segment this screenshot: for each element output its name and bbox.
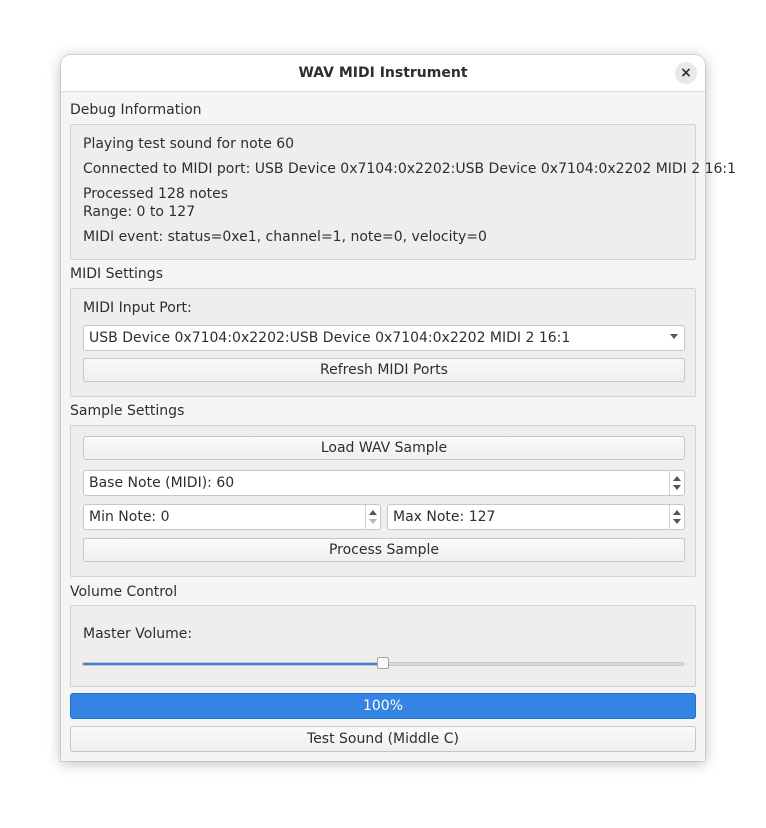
volume-group-title: Volume Control <box>70 584 178 600</box>
master-volume-label: Master Volume: <box>83 626 193 642</box>
chevron-up-icon <box>369 510 377 515</box>
debug-line-1: Playing test sound for note 60 <box>83 136 295 152</box>
chevron-up-icon <box>673 476 681 481</box>
base-note-value: Base Note (MIDI): 60 <box>89 475 235 491</box>
max-note-value: Max Note: 127 <box>393 509 496 525</box>
midi-port-value: USB Device 0x7104:0x2202:USB Device 0x71… <box>89 330 571 346</box>
midi-port-select[interactable]: USB Device 0x7104:0x2202:USB Device 0x71… <box>83 325 685 351</box>
debug-line-3: Processed 128 notes <box>83 186 229 202</box>
sample-group: Load WAV Sample Base Note (MIDI): 60 Min… <box>70 425 696 577</box>
min-note-spinbox[interactable]: Min Note: 0 <box>83 504 381 530</box>
chevron-down-icon <box>673 485 681 490</box>
debug-group: Playing test sound for note 60 Connected… <box>70 124 736 260</box>
chevron-down-icon <box>670 334 678 339</box>
max-note-stepper[interactable] <box>669 505 684 529</box>
progress-text: 100% <box>362 698 404 714</box>
debug-line-2: Connected to MIDI port: USB Device 0x710… <box>83 161 737 177</box>
base-note-stepper[interactable] <box>669 471 684 495</box>
refresh-midi-ports-button[interactable]: Refresh MIDI Ports <box>83 358 685 382</box>
debug-line-4: Range: 0 to 127 <box>83 204 196 220</box>
base-note-spinbox[interactable]: Base Note (MIDI): 60 <box>83 470 685 496</box>
close-button[interactable]: × <box>675 62 697 84</box>
min-note-stepper[interactable] <box>365 505 380 529</box>
chevron-up-icon <box>673 510 681 515</box>
midi-group-title: MIDI Settings <box>70 266 163 282</box>
midi-group: MIDI Input Port: USB Device 0x7104:0x220… <box>70 288 696 397</box>
process-sample-button[interactable]: Process Sample <box>83 538 685 562</box>
debug-group-title: Debug Information <box>70 102 202 118</box>
master-volume-slider[interactable] <box>82 657 684 669</box>
midi-port-label: MIDI Input Port: <box>83 300 192 316</box>
test-sound-button[interactable]: Test Sound (Middle C) <box>70 726 696 752</box>
debug-line-5: MIDI event: status=0xe1, channel=1, note… <box>83 229 487 245</box>
title-bar[interactable]: WAV MIDI Instrument × <box>61 55 705 92</box>
close-icon: × <box>680 65 692 81</box>
slider-fill <box>83 663 383 665</box>
chevron-down-icon <box>369 519 377 524</box>
load-wav-sample-button[interactable]: Load WAV Sample <box>83 436 685 460</box>
window-title: WAV MIDI Instrument <box>298 65 468 81</box>
volume-group: Master Volume: <box>70 605 696 687</box>
volume-progress-bar: 100% <box>70 693 696 719</box>
sample-group-title: Sample Settings <box>70 403 185 419</box>
chevron-down-icon <box>673 519 681 524</box>
slider-handle[interactable] <box>377 657 389 669</box>
min-note-value: Min Note: 0 <box>89 509 170 525</box>
max-note-spinbox[interactable]: Max Note: 127 <box>387 504 685 530</box>
